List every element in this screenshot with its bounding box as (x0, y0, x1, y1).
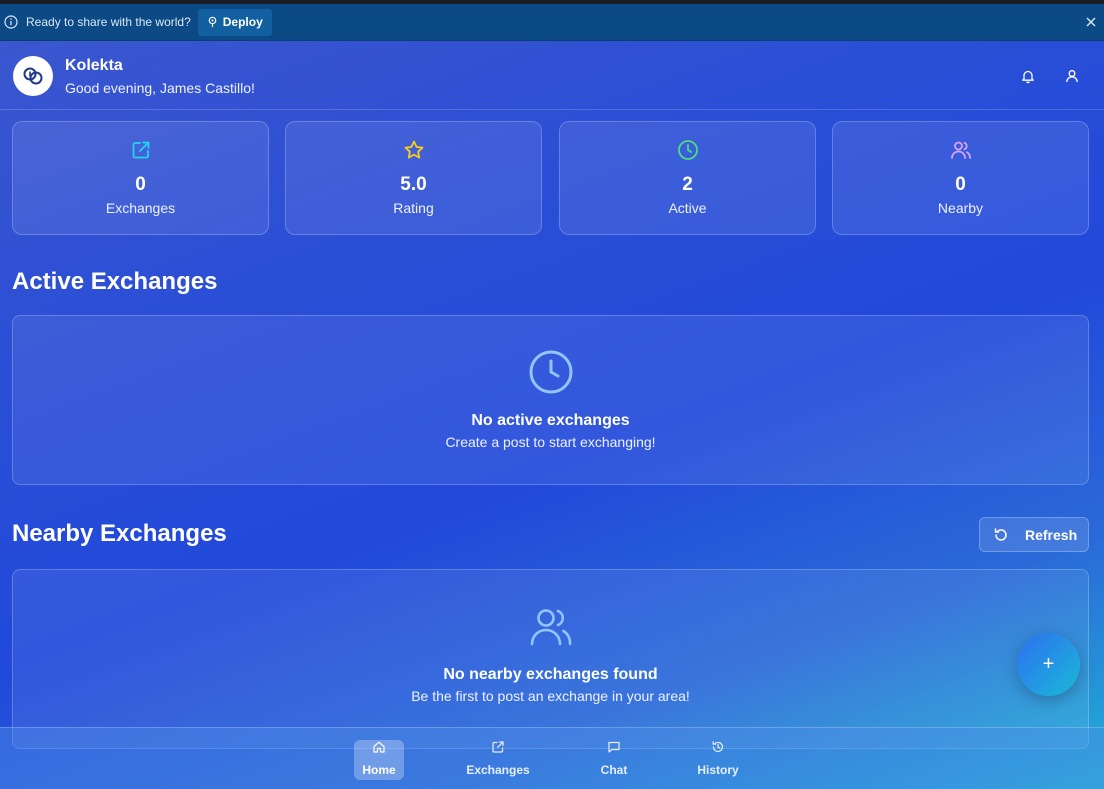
clock-icon (677, 139, 699, 161)
stat-card-rating: 5.0 Rating (285, 121, 542, 235)
stat-label: Active (668, 200, 707, 216)
nav-item-home[interactable]: Home (354, 740, 404, 780)
coins-icon (23, 67, 43, 85)
home-icon (372, 740, 386, 754)
refresh-button-label: Refresh (1025, 526, 1078, 543)
stat-card-nearby: 0 Nearby (832, 121, 1089, 235)
app-name: Kolekta (65, 57, 123, 74)
nav-label: Home (362, 763, 396, 777)
stat-label: Exchanges (105, 200, 176, 216)
external-link-icon (130, 139, 152, 161)
user-icon[interactable] (1064, 68, 1080, 84)
history-icon (711, 740, 725, 754)
external-link-icon (491, 740, 505, 754)
close-icon[interactable] (1084, 15, 1098, 29)
info-icon (4, 15, 18, 29)
stat-label: Rating (393, 200, 434, 216)
deploy-button[interactable]: Deploy (197, 8, 272, 36)
active-exchanges-empty-panel: No active exchanges Create a post to sta… (12, 315, 1089, 485)
stat-card-active: 2 Active (559, 121, 816, 235)
refresh-icon (993, 527, 1009, 543)
stat-value: 2 (682, 174, 693, 195)
rocket-icon (208, 16, 217, 27)
deploy-banner: Ready to share with the world? Deploy (0, 4, 1104, 41)
clock-icon (528, 349, 574, 395)
deploy-message: Ready to share with the world? (26, 15, 191, 29)
stat-label: Nearby (937, 200, 984, 216)
nav-label: History (697, 763, 739, 777)
brand-block: Kolekta Good evening, James Castillo! (65, 57, 255, 96)
deploy-button-label: Deploy (222, 15, 263, 29)
nav-item-exchanges[interactable]: Exchanges (462, 740, 534, 780)
bell-icon[interactable] (1020, 68, 1036, 84)
stat-card-exchanges: 0 Exchanges (12, 121, 269, 235)
nearby-exchanges-empty-panel: No nearby exchanges found Be the first t… (12, 569, 1089, 749)
nav-label: Exchanges (466, 763, 530, 777)
empty-state-title: No nearby exchanges found (443, 666, 658, 683)
stat-value: 0 (955, 174, 966, 195)
app-header: Kolekta Good evening, James Castillo! (0, 41, 1104, 110)
app-main: Kolekta Good evening, James Castillo! 0 … (0, 41, 1104, 789)
nearby-exchanges-title: Nearby Exchanges (12, 520, 227, 547)
refresh-button[interactable]: Refresh (979, 517, 1089, 552)
nav-label: Chat (600, 763, 628, 777)
stat-value: 0 (135, 174, 146, 195)
app-logo (13, 56, 53, 96)
nav-item-history[interactable]: History (693, 740, 743, 780)
create-post-fab[interactable]: + (1017, 633, 1080, 696)
star-icon (403, 139, 425, 161)
nav-item-chat[interactable]: Chat (594, 740, 634, 780)
users-icon (528, 604, 574, 650)
empty-state-subtitle: Create a post to start exchanging! (445, 434, 656, 450)
greeting-text: Good evening, James Castillo! (65, 80, 255, 96)
stat-value: 5.0 (400, 174, 427, 195)
empty-state-subtitle: Be the first to post an exchange in your… (411, 688, 690, 704)
active-exchanges-title: Active Exchanges (12, 268, 218, 295)
chat-icon (607, 740, 621, 754)
bottom-nav: Home Exchanges Chat History (0, 727, 1104, 789)
users-icon (950, 139, 972, 161)
empty-state-title: No active exchanges (471, 412, 630, 429)
